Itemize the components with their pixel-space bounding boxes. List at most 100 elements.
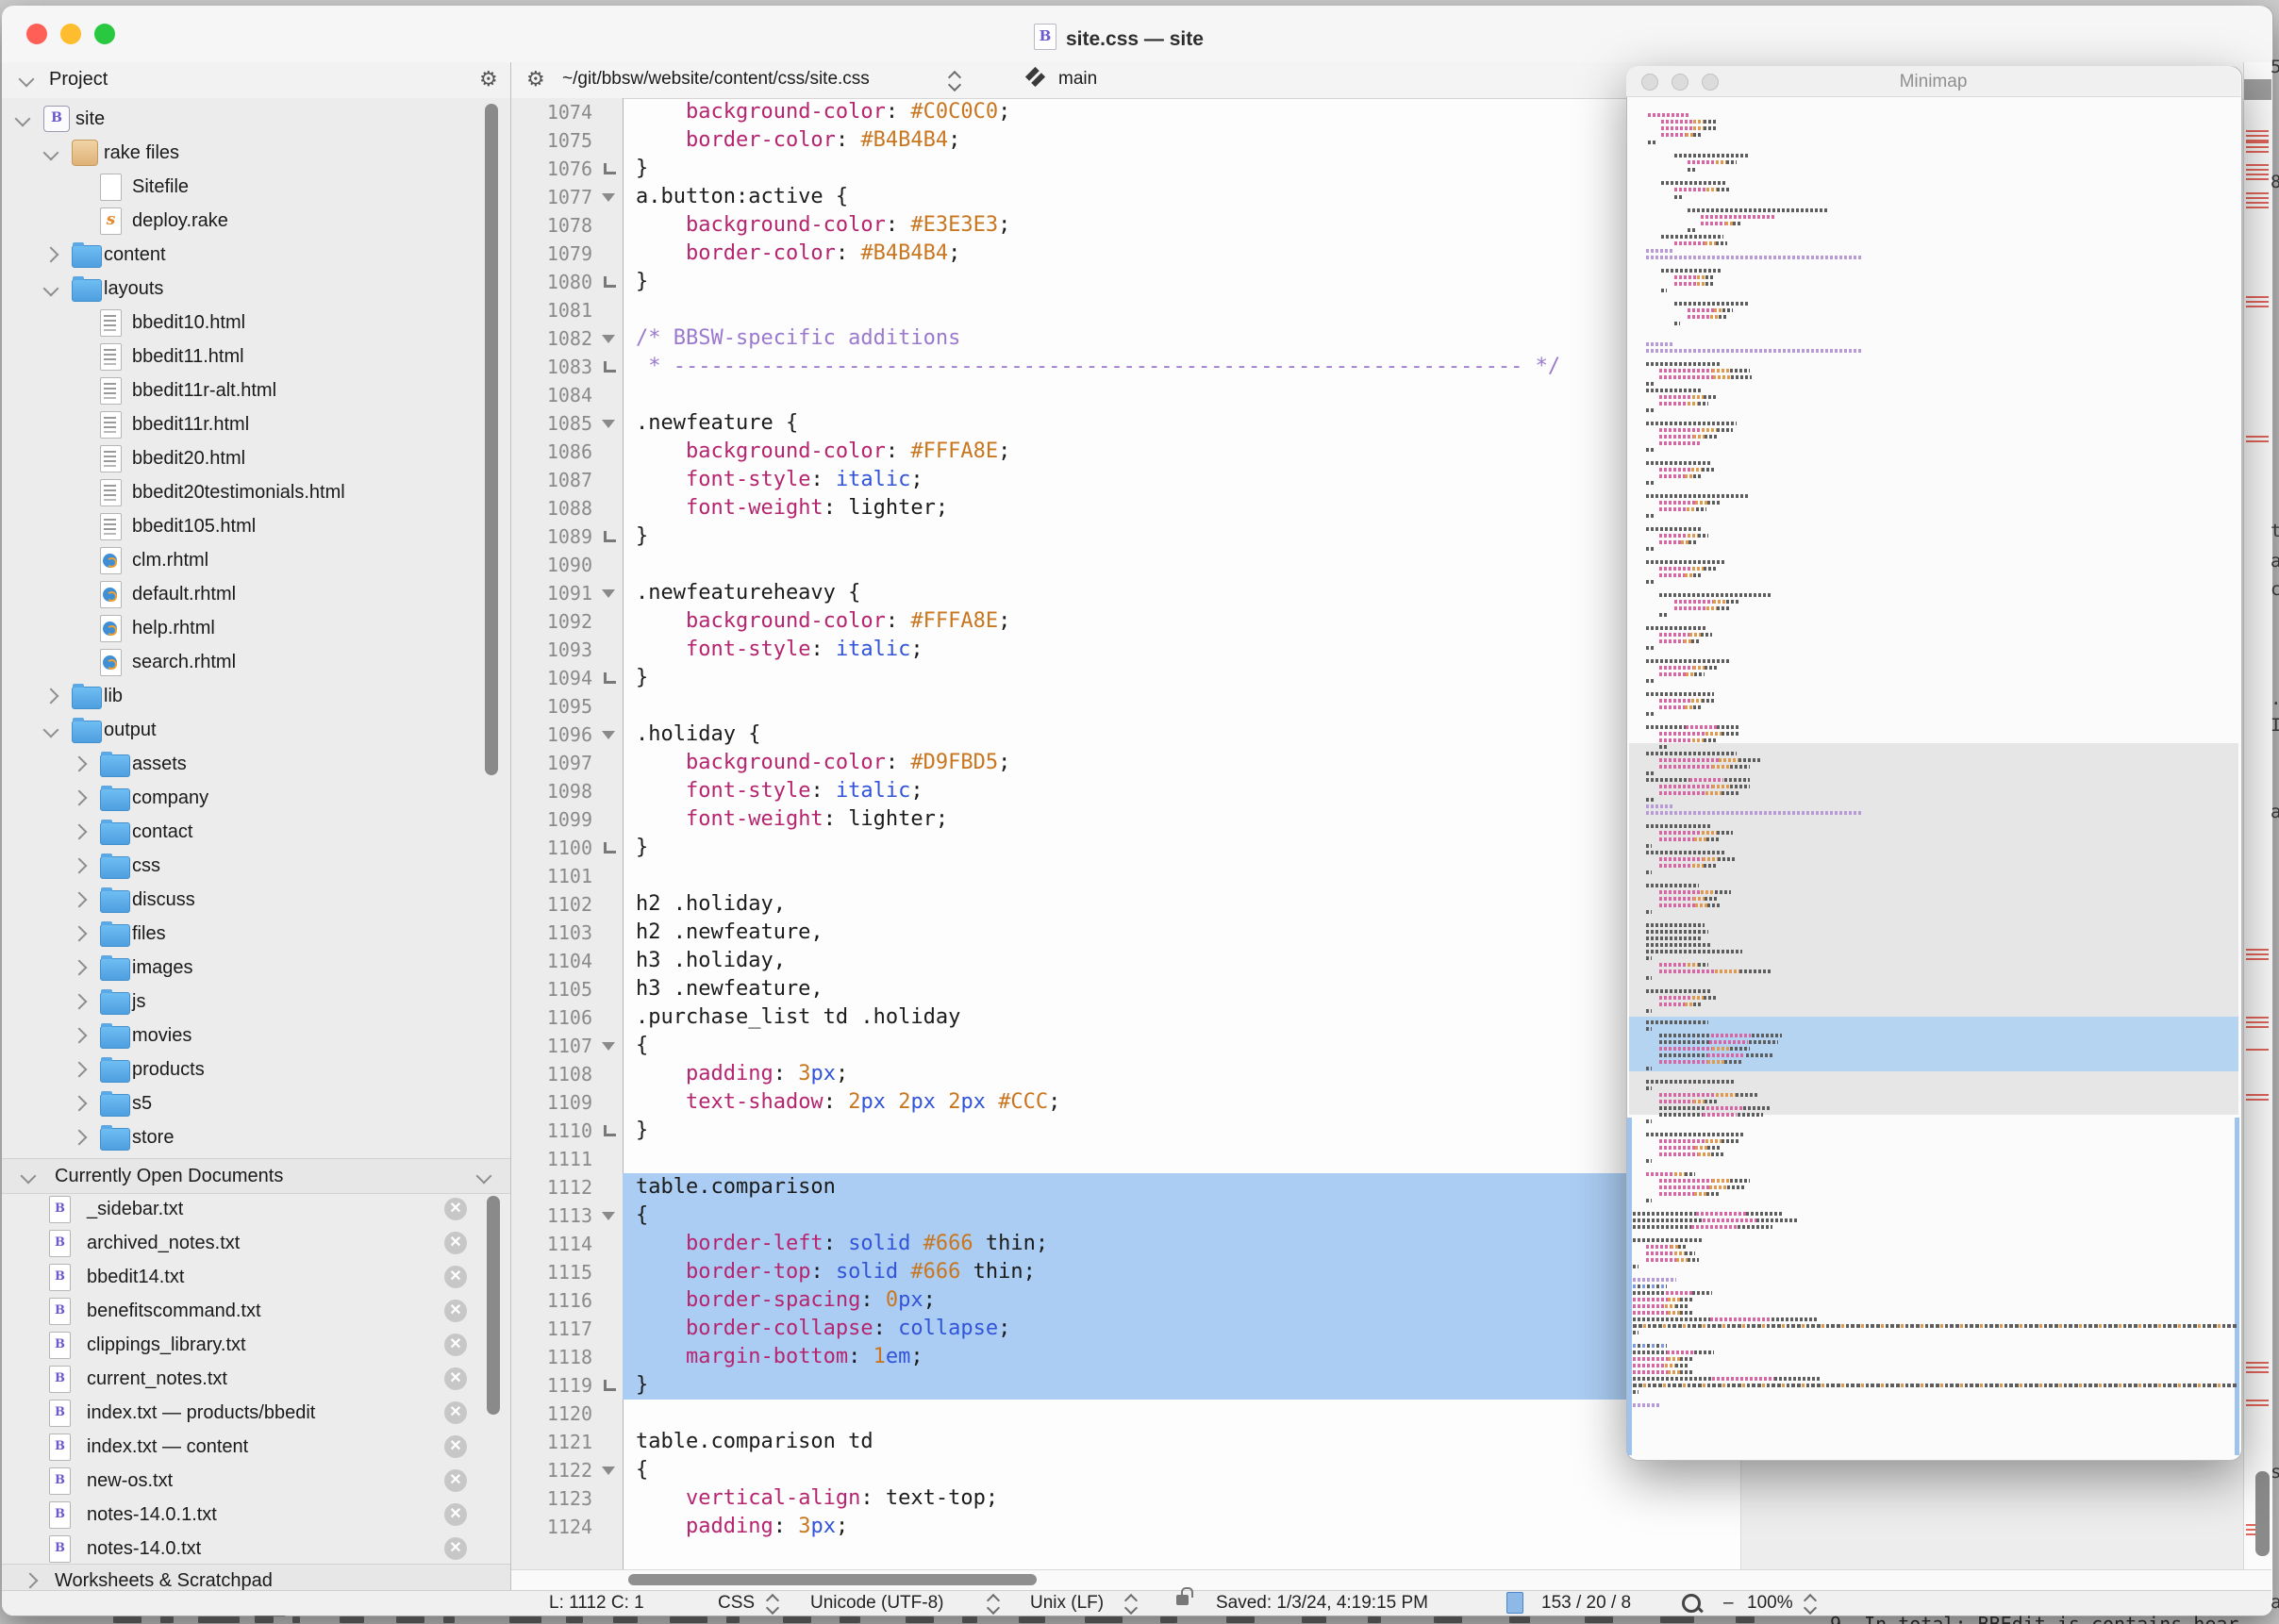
worksheets-chevron[interactable] — [23, 1573, 39, 1589]
git-branch-selector[interactable]: main — [1058, 69, 1097, 90]
fold-end-icon[interactable] — [604, 1380, 616, 1391]
code-line-1097[interactable]: background-color: #D9FBD5; — [623, 749, 1740, 777]
open-doc-notes-14.0.txt[interactable]: notes-14.0.txt — [87, 1532, 201, 1566]
toolbar-gear-icon[interactable]: ⚙ — [526, 68, 545, 91]
line-endings-chevron-icon[interactable] — [1124, 1592, 1138, 1615]
sidebar-item-contact[interactable]: contact — [132, 815, 192, 849]
code-line-1086[interactable]: background-color: #FFFA8E; — [623, 438, 1740, 466]
sidebar-item-images[interactable]: images — [132, 951, 192, 985]
zoom-traffic-light[interactable] — [94, 24, 115, 44]
code-line-1089[interactable]: } — [623, 522, 1740, 551]
code-line-1111[interactable] — [623, 1145, 1740, 1173]
sidebar-item-bbedit20.html[interactable]: bbedit20.html — [132, 441, 245, 475]
code-line-1103[interactable]: h2 .newfeature, — [623, 919, 1740, 947]
sidebar-item-bbedit10.html[interactable]: bbedit10.html — [132, 306, 245, 340]
sidebar-item-Sitefile[interactable]: Sitefile — [132, 170, 189, 204]
sidebar-item-default.rhtml[interactable]: default.rhtml — [132, 577, 236, 611]
sidebar-item-rake files[interactable]: rake files — [104, 136, 179, 170]
code-line-1081[interactable] — [623, 296, 1740, 324]
fold-end-icon[interactable] — [604, 163, 616, 174]
code-line-1119[interactable]: } — [623, 1371, 1740, 1400]
open-doc-bbedit14.txt[interactable]: bbedit14.txt — [87, 1260, 184, 1294]
code-line-1079[interactable]: border-color: #B4B4B4; — [623, 240, 1740, 268]
close-doc-icon[interactable]: ✕ — [444, 1469, 467, 1492]
sidebar-item-company[interactable]: company — [132, 781, 208, 815]
code-line-1102[interactable]: h2 .holiday, — [623, 890, 1740, 919]
line-endings-menu[interactable]: Unix (LF) — [1030, 1593, 1104, 1614]
fold-end-icon[interactable] — [604, 1125, 616, 1136]
fold-open-icon[interactable] — [602, 420, 615, 428]
code-line-1094[interactable]: } — [623, 664, 1740, 692]
code-line-1107[interactable]: { — [623, 1032, 1740, 1060]
zoom-level[interactable]: 100% — [1747, 1593, 1793, 1614]
encoding-chevron-icon[interactable] — [987, 1592, 1000, 1615]
code-line-1117[interactable]: border-collapse: collapse; — [623, 1315, 1740, 1343]
fold-open-icon[interactable] — [602, 335, 615, 343]
open-documents-header[interactable]: Currently Open Documents — [2, 1158, 510, 1194]
code-line-1101[interactable] — [623, 862, 1740, 890]
sidebar-gear-icon[interactable]: ⚙ — [479, 68, 498, 91]
sidebar-item-clm.rhtml[interactable]: clm.rhtml — [132, 543, 208, 577]
open-doc-_sidebar.txt[interactable]: _sidebar.txt — [87, 1192, 183, 1226]
close-doc-icon[interactable]: ✕ — [444, 1367, 467, 1390]
open-documents-chevron[interactable] — [21, 1168, 37, 1185]
close-traffic-light[interactable] — [26, 24, 47, 44]
sidebar-item-bbedit11r.html[interactable]: bbedit11r.html — [132, 407, 249, 441]
open-doc-benefitscommand.txt[interactable]: benefitscommand.txt — [87, 1294, 261, 1328]
sidebar-item-store[interactable]: store — [132, 1120, 174, 1154]
close-doc-icon[interactable]: ✕ — [444, 1334, 467, 1356]
open-doc-clippings_library.txt[interactable]: clippings_library.txt — [87, 1328, 246, 1362]
fold-open-icon[interactable] — [602, 731, 615, 739]
code-line-1115[interactable]: border-top: solid #666 thin; — [623, 1258, 1740, 1286]
sidebar-item-search.rhtml[interactable]: search.rhtml — [132, 645, 236, 679]
code-line-1100[interactable]: } — [623, 834, 1740, 862]
open-documents-right-chevron[interactable] — [476, 1168, 492, 1185]
open-doc-current_notes.txt[interactable]: current_notes.txt — [87, 1362, 227, 1396]
sidebar-item-js[interactable]: js — [132, 985, 145, 1019]
code-line-1124[interactable]: padding: 3px; — [623, 1513, 1740, 1541]
code-line-1116[interactable]: border-spacing: 0px; — [623, 1286, 1740, 1315]
code-line-1085[interactable]: .newfeature { — [623, 409, 1740, 438]
sidebar-item-bbedit11.html[interactable]: bbedit11.html — [132, 340, 244, 373]
sidebar-item-products[interactable]: products — [132, 1052, 205, 1086]
unlocked-icon[interactable] — [1176, 1595, 1189, 1605]
vertical-scrollbar-thumb[interactable] — [2255, 1471, 2270, 1556]
sidebar-scrollbar-thumb[interactable] — [485, 104, 498, 775]
code-line-1106[interactable]: .purchase_list td .holiday — [623, 1003, 1740, 1032]
code-line-1074[interactable]: background-color: #C0C0C0; — [623, 98, 1740, 126]
sidebar-item-deploy.rake[interactable]: deploy.rake — [132, 204, 228, 238]
sidebar-item-files[interactable]: files — [132, 917, 166, 951]
sidebar-item-site[interactable]: site — [75, 102, 105, 136]
sidebar-item-content[interactable]: content — [104, 238, 166, 272]
open-doc-new-os.txt[interactable]: new-os.txt — [87, 1464, 173, 1498]
language-menu[interactable]: CSS — [718, 1593, 755, 1614]
code-line-1099[interactable]: font-weight: lighter; — [623, 805, 1740, 834]
open-documents-scrollbar-thumb[interactable] — [487, 1196, 500, 1415]
fold-open-icon[interactable] — [602, 193, 615, 202]
close-doc-icon[interactable]: ✕ — [444, 1401, 467, 1424]
code-line-1087[interactable]: font-style: italic; — [623, 466, 1740, 494]
code-line-1113[interactable]: { — [623, 1201, 1740, 1230]
code-line-1076[interactable]: } — [623, 155, 1740, 183]
zoom-minus[interactable]: – — [1723, 1593, 1734, 1614]
fold-end-icon[interactable] — [604, 276, 616, 288]
fold-end-icon[interactable] — [604, 842, 616, 853]
code-line-1118[interactable]: margin-bottom: 1em; — [623, 1343, 1740, 1371]
code-line-1075[interactable]: border-color: #B4B4B4; — [623, 126, 1740, 155]
code-line-1080[interactable]: } — [623, 268, 1740, 296]
code-line-1091[interactable]: .newfeatureheavy { — [623, 579, 1740, 607]
fold-end-icon[interactable] — [604, 531, 616, 542]
code-line-1122[interactable]: { — [623, 1456, 1740, 1484]
close-doc-icon[interactable]: ✕ — [444, 1435, 467, 1458]
encoding-menu[interactable]: Unicode (UTF-8) — [810, 1593, 943, 1614]
code-line-1092[interactable]: background-color: #FFFA8E; — [623, 607, 1740, 636]
sidebar-item-css[interactable]: css — [132, 849, 160, 883]
code-line-1077[interactable]: a.button:active { — [623, 183, 1740, 211]
sidebar-item-movies[interactable]: movies — [132, 1019, 191, 1052]
code-line-1093[interactable]: font-style: italic; — [623, 636, 1740, 664]
code-line-1110[interactable]: } — [623, 1117, 1740, 1145]
fold-open-icon[interactable] — [602, 1467, 615, 1475]
close-doc-icon[interactable]: ✕ — [444, 1232, 467, 1254]
code-line-1114[interactable]: border-left: solid #666 thin; — [623, 1230, 1740, 1258]
code-line-1112[interactable]: table.comparison — [623, 1173, 1740, 1201]
